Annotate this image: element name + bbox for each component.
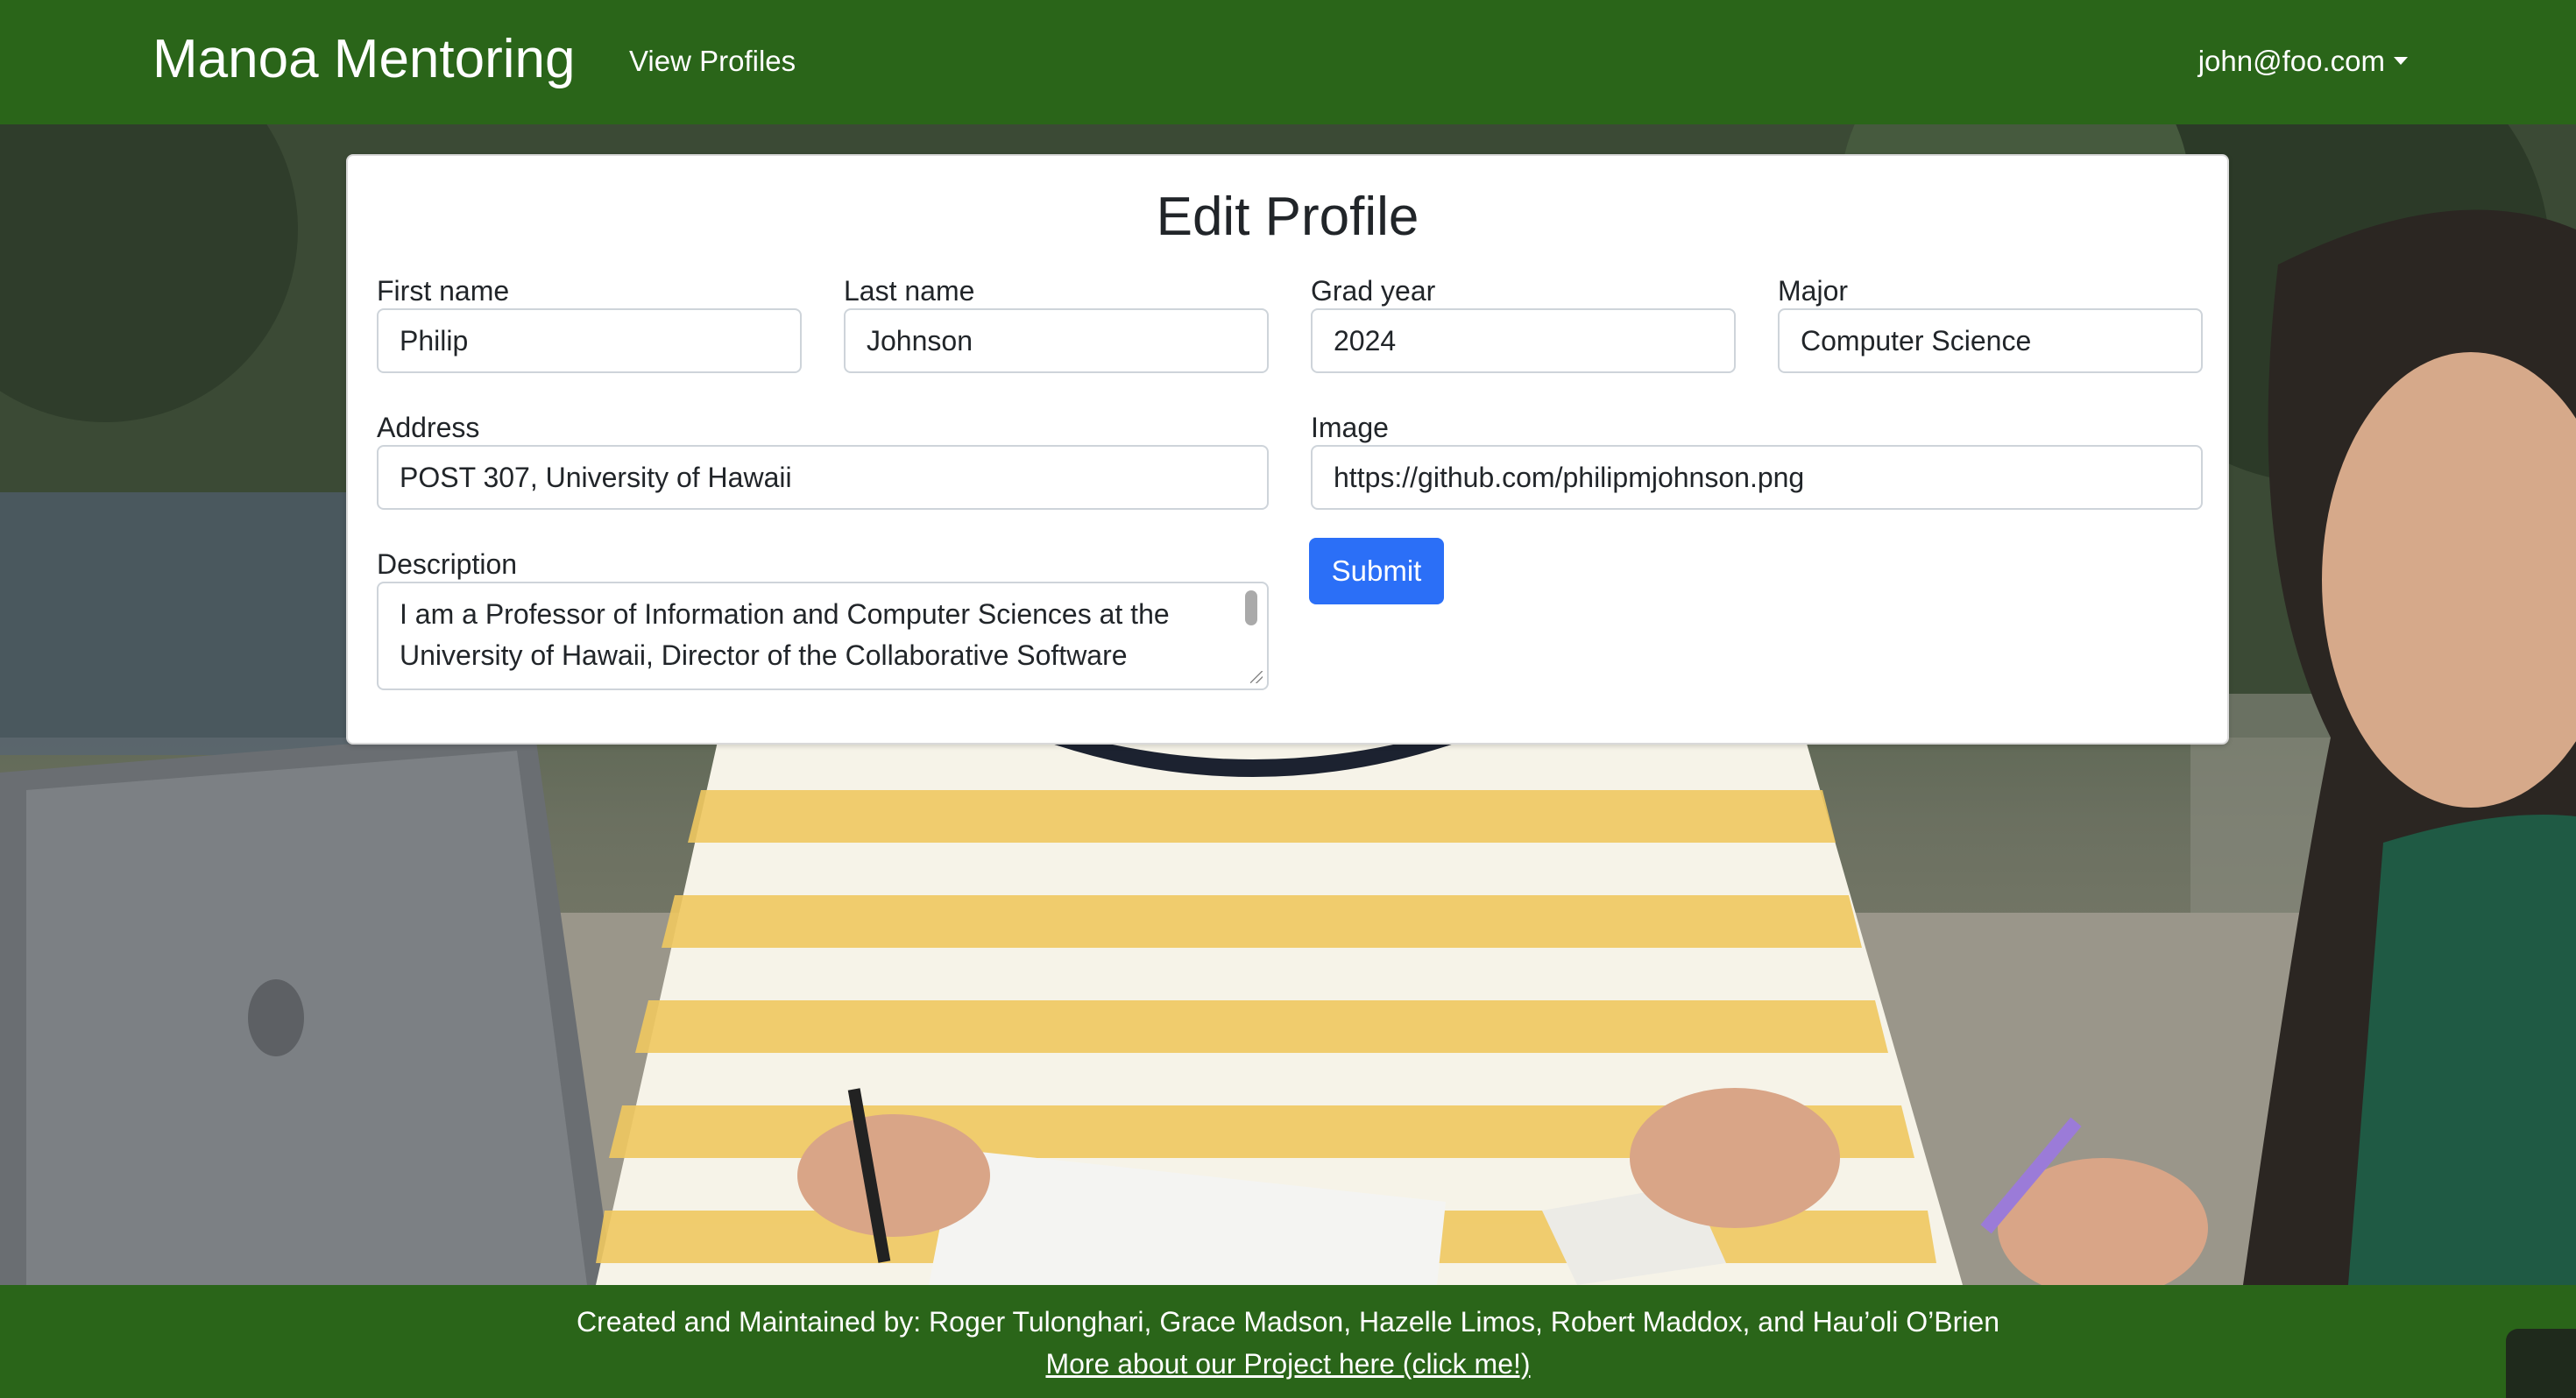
caret-down-icon bbox=[2394, 56, 2408, 65]
grad-year-label: Grad year bbox=[1311, 275, 1436, 307]
address-input[interactable] bbox=[377, 445, 1269, 510]
navbar: Manoa Mentoring View Profiles john@foo.c… bbox=[0, 0, 2576, 124]
brand-logo-text[interactable]: Manoa Mentoring bbox=[152, 25, 576, 95]
major-label: Major bbox=[1778, 275, 1849, 307]
image-url-input[interactable] bbox=[1311, 445, 2203, 510]
project-link[interactable]: More about our Project here (click me!) bbox=[1045, 1348, 1530, 1380]
nav-view-profiles[interactable]: View Profiles bbox=[629, 42, 796, 81]
description-textarea[interactable]: I am a Professor of Information and Comp… bbox=[377, 582, 1269, 690]
page-title: Edit Profile bbox=[1156, 187, 1419, 247]
grad-year-input[interactable] bbox=[1311, 308, 1736, 373]
corner-widget[interactable] bbox=[2506, 1329, 2576, 1398]
first-name-input[interactable] bbox=[377, 308, 802, 373]
user-menu-dropdown[interactable]: john@foo.com bbox=[2198, 42, 2408, 81]
last-name-input[interactable] bbox=[844, 308, 1269, 373]
first-name-label: First name bbox=[377, 275, 510, 307]
major-input[interactable] bbox=[1778, 308, 2203, 373]
image-label: Image bbox=[1311, 412, 1389, 443]
user-email: john@foo.com bbox=[2197, 45, 2385, 77]
footer-credit-text: Created and Maintained by: Roger Tulongh… bbox=[577, 1306, 1999, 1338]
submit-button[interactable]: Submit bbox=[1309, 538, 1444, 604]
description-label: Description bbox=[377, 548, 518, 580]
last-name-label: Last name bbox=[844, 275, 975, 307]
footer: Created and Maintained by: Roger Tulongh… bbox=[0, 1285, 2576, 1398]
textarea-scrollbar[interactable] bbox=[1245, 590, 1257, 625]
footer-project-link-wrap: More about our Project here (click me!) bbox=[0, 1346, 2576, 1381]
edit-profile-card: Edit Profile First name Last name Grad y… bbox=[346, 154, 2229, 745]
resize-handle-icon[interactable] bbox=[1250, 671, 1263, 683]
address-label: Address bbox=[377, 412, 480, 443]
